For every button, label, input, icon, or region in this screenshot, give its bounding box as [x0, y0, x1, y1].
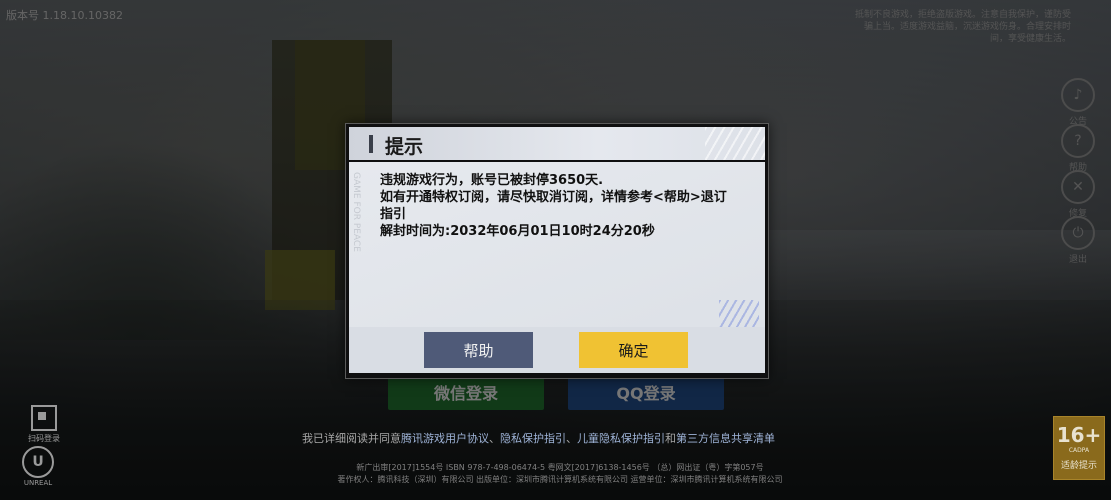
user-agreement-link[interactable]: 腾讯游戏用户协议 — [401, 432, 489, 445]
unreal-label: UNREAL — [23, 479, 53, 487]
message-line: 违规游戏行为，账号已被封停3650天. — [380, 173, 604, 188]
body-stripe-decoration — [719, 300, 759, 330]
privacy-link[interactable]: 隐私保护指引 — [500, 432, 566, 445]
qr-code-icon — [31, 405, 57, 431]
help-button[interactable]: 帮助 — [424, 332, 533, 368]
child-privacy-link[interactable]: 儿童隐私保护指引 — [577, 432, 665, 445]
age-rating-code: CADPA — [1068, 447, 1090, 454]
third-party-list-link[interactable]: 第三方信息共享清单 — [676, 432, 775, 445]
legal-line-1: 新广出审[2017]1554号 ISBN 978-7-498-06474-5 粤… — [356, 463, 764, 472]
age-rating-badge[interactable]: 16+ CADPA 适龄提示 — [1053, 416, 1105, 480]
unreal-icon: U — [22, 446, 54, 478]
agreement-text: 我已详细阅读并同意腾讯游戏用户协议、隐私保护指引、儿童隐私保护指引和第三方信息共… — [302, 432, 775, 445]
message-line: 解封时间为:2032年06月01日10时24分20秒 — [380, 224, 655, 239]
message-line: 如有开通特权订阅，请尽快取消订阅，详情参考<帮助>退订指引 — [380, 190, 727, 222]
confirm-button[interactable]: 确定 — [579, 332, 688, 368]
qr-login-label: 扫码登录 — [28, 434, 60, 443]
title-accent-bar — [369, 135, 373, 153]
age-rating-number: 16+ — [1056, 423, 1102, 447]
qr-login-button[interactable]: 扫码登录 — [28, 405, 60, 444]
agreement-prefix: 我已详细阅读并同意 — [302, 432, 401, 445]
dialog-message: 违规游戏行为，账号已被封停3650天. 如有开通特权订阅，请尽快取消订阅，详情参… — [380, 172, 730, 240]
header-stripe-decoration — [705, 127, 765, 160]
dialog-header: 提示 — [349, 127, 765, 160]
legal-line-2: 著作权人：腾讯科技（深圳）有限公司 出版单位：深圳市腾讯计算机系统有限公司 运营… — [337, 475, 783, 484]
agreement-middle: 和 — [665, 432, 676, 445]
dialog-title: 提示 — [385, 136, 424, 158]
dialog-watermark: GAME FOR PEACE — [351, 172, 361, 252]
ban-notice-dialog: 提示 GAME FOR PEACE 违规游戏行为，账号已被封停3650天. 如有… — [345, 123, 769, 379]
unreal-logo: U UNREAL — [22, 446, 54, 487]
age-rating-label: 适龄提示 — [1060, 461, 1097, 471]
dialog-footer: 帮助 确定 — [349, 327, 765, 373]
